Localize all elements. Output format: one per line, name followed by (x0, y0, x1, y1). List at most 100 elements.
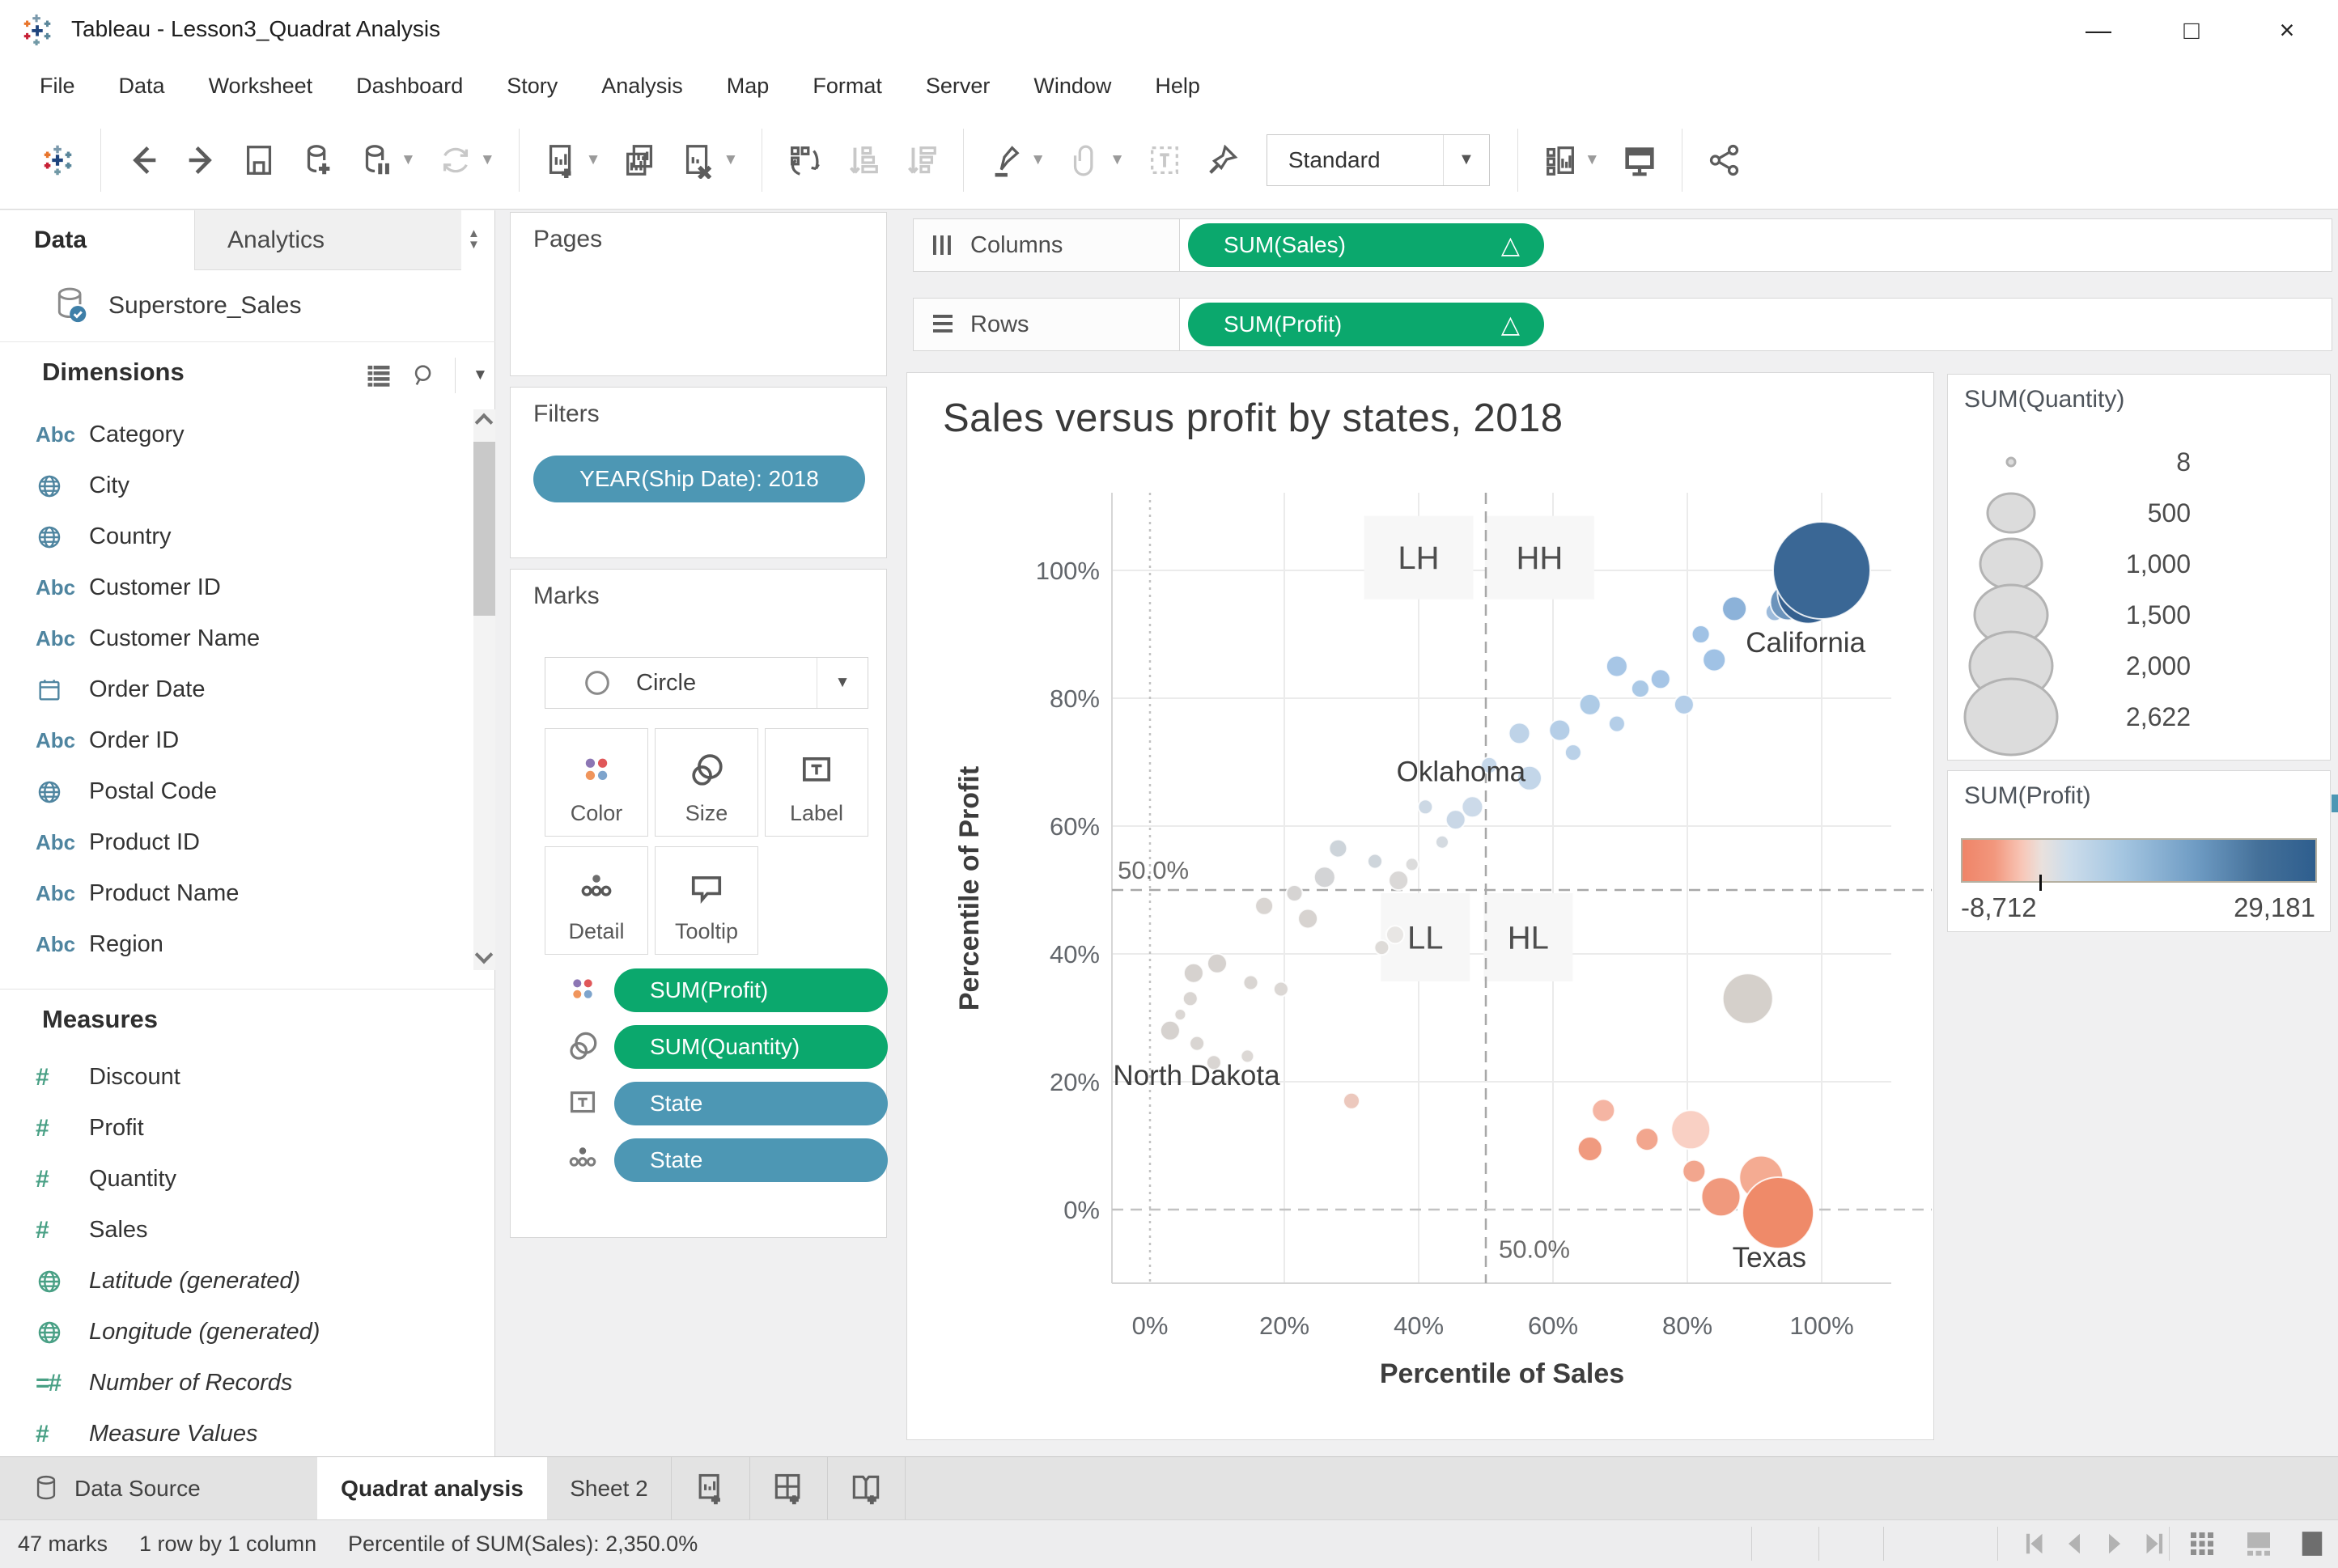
mark-circle[interactable] (1287, 885, 1303, 901)
field-profit[interactable]: # Profit (0, 1103, 495, 1154)
mark-circle[interactable] (1462, 796, 1483, 817)
pause-updates-button[interactable]: ▼ (358, 142, 416, 179)
field-product-name[interactable]: Abc Product Name (0, 868, 473, 919)
mark-circle[interactable] (1255, 897, 1273, 915)
paperclip-button[interactable]: ▼ (1067, 142, 1125, 179)
mark-circle[interactable] (1406, 858, 1419, 871)
new-worksheet-tab-button[interactable] (672, 1457, 750, 1520)
mark-circle[interactable] (1682, 1160, 1705, 1183)
tab-quadrat-analysis[interactable]: Quadrat analysis (317, 1457, 547, 1520)
first-page-button[interactable] (2017, 1527, 2051, 1561)
field-city[interactable]: City (0, 460, 473, 511)
chevron-down-icon[interactable]: ▼ (817, 658, 868, 708)
menu-dashboard[interactable]: Dashboard (334, 74, 485, 99)
mark-circle[interactable] (1578, 1137, 1602, 1161)
field-measure-values[interactable]: # Measure Values (0, 1409, 495, 1460)
filmstrip-view-button[interactable] (2242, 1527, 2276, 1561)
mark-circle[interactable] (1549, 720, 1570, 741)
mark-circle[interactable] (1184, 964, 1203, 983)
view-list-icon[interactable] (365, 362, 392, 389)
pill-sum-profit[interactable]: SUM(Profit)△ (1188, 303, 1544, 346)
mark-circle[interactable] (1606, 656, 1627, 677)
mark-circle[interactable] (1329, 840, 1347, 858)
new-worksheet-button[interactable]: ▼ (543, 142, 601, 179)
chevron-down-icon[interactable]: ▼ (1030, 151, 1046, 169)
mark-circle[interactable] (1632, 680, 1649, 697)
mark-circle[interactable] (1580, 694, 1601, 715)
mark-circle[interactable] (1183, 991, 1198, 1006)
maximize-button[interactable]: □ (2157, 0, 2226, 60)
field-product-id[interactable]: Abc Product ID (0, 817, 473, 868)
mark-circle[interactable] (1722, 596, 1746, 621)
menu-file[interactable]: File (18, 74, 97, 99)
fit-mode-select[interactable]: Standard▼ (1267, 134, 1490, 186)
new-story-button[interactable] (827, 1457, 906, 1520)
mark-circle[interactable] (1609, 716, 1625, 732)
sheet-view-button[interactable] (2295, 1527, 2329, 1561)
mark-circle[interactable] (1298, 909, 1318, 929)
menu-worksheet[interactable]: Worksheet (187, 74, 335, 99)
text-label-button[interactable] (1146, 142, 1183, 179)
mark-circle[interactable] (1703, 649, 1725, 672)
next-page-button[interactable] (2098, 1527, 2132, 1561)
pill-sum-profit[interactable]: SUM(Profit) (614, 968, 888, 1012)
menu-format[interactable]: Format (791, 74, 904, 99)
search-icon[interactable] (410, 362, 438, 389)
mark-circle[interactable] (1723, 973, 1773, 1023)
menu-server[interactable]: Server (904, 74, 1012, 99)
marks-tooltip-button[interactable]: Tooltip (655, 846, 758, 955)
marks-color-button[interactable]: Color (545, 728, 648, 837)
field-longitude-generated[interactable]: Longitude (generated) (0, 1307, 495, 1358)
swap-rows-columns-button[interactable] (786, 142, 823, 179)
datasource-item[interactable]: Superstore_Sales (0, 270, 495, 342)
add-datasource-button[interactable] (299, 142, 337, 179)
sort-ascending-button[interactable] (844, 142, 881, 179)
field-customer-name[interactable]: Abc Customer Name (0, 613, 473, 664)
marks-detail-button[interactable]: Detail (545, 846, 648, 955)
menu-help[interactable]: Help (1133, 74, 1222, 99)
refresh-button[interactable]: ▼ (437, 142, 495, 179)
mark-circle[interactable] (1368, 854, 1382, 869)
field-order-date[interactable]: Order Date (0, 664, 473, 715)
color-gradient-bar[interactable] (1961, 838, 2317, 883)
pill-sum-quantity[interactable]: SUM(Quantity) (614, 1025, 888, 1069)
field-postal-code[interactable]: Postal Code (0, 766, 473, 817)
mark-circle[interactable] (1702, 1177, 1741, 1216)
mark-circle[interactable] (1773, 522, 1870, 619)
mark-circle[interactable] (1436, 836, 1449, 849)
rows-shelf[interactable]: SUM(Profit)△ (1179, 298, 2332, 351)
menu-story[interactable]: Story (485, 74, 579, 99)
save-button[interactable] (241, 142, 278, 179)
dimensions-scrollbar[interactable] (473, 409, 495, 970)
scroll-up-icon[interactable] (475, 413, 494, 432)
tab-analytics[interactable]: Analytics (194, 210, 461, 270)
chevron-down-icon[interactable]: ▼ (473, 367, 488, 384)
field-sales[interactable]: # Sales (0, 1205, 495, 1256)
scroll-down-icon[interactable] (475, 946, 494, 964)
new-dashboard-button[interactable] (749, 1457, 828, 1520)
mark-circle[interactable] (1674, 695, 1694, 714)
pill-sum-sales[interactable]: SUM(Sales)△ (1188, 223, 1544, 267)
minimize-button[interactable]: — (2064, 0, 2133, 60)
chevron-down-icon[interactable]: ▼ (1110, 151, 1125, 169)
scatter-plot[interactable]: LH HH LL HL50.0%50.0%CaliforniaOklahomaN… (907, 373, 1933, 1439)
mark-circle[interactable] (1343, 1093, 1360, 1109)
pill-state[interactable]: State (614, 1138, 888, 1182)
field-order-id[interactable]: Abc Order ID (0, 715, 473, 766)
mark-circle[interactable] (1592, 1100, 1615, 1122)
mark-circle[interactable] (1418, 799, 1432, 814)
scrollbar-thumb[interactable] (473, 442, 495, 616)
mark-circle[interactable] (1651, 669, 1670, 689)
tab-data[interactable]: Data (0, 210, 194, 270)
share-button[interactable] (1706, 142, 1743, 179)
mark-circle[interactable] (1161, 1021, 1180, 1040)
mark-circle[interactable] (1244, 976, 1258, 990)
mark-circle[interactable] (1374, 940, 1389, 955)
field-number-of-records[interactable]: =# Number of Records (0, 1358, 495, 1409)
field-region[interactable]: Abc Region (0, 919, 473, 970)
mark-circle[interactable] (1636, 1128, 1658, 1151)
marks-size-button[interactable]: Size (655, 728, 758, 837)
chevron-down-icon[interactable]: ▼ (1443, 135, 1489, 185)
close-button[interactable]: × (2252, 0, 2322, 60)
tab-data-source[interactable]: Data Source (0, 1457, 317, 1520)
